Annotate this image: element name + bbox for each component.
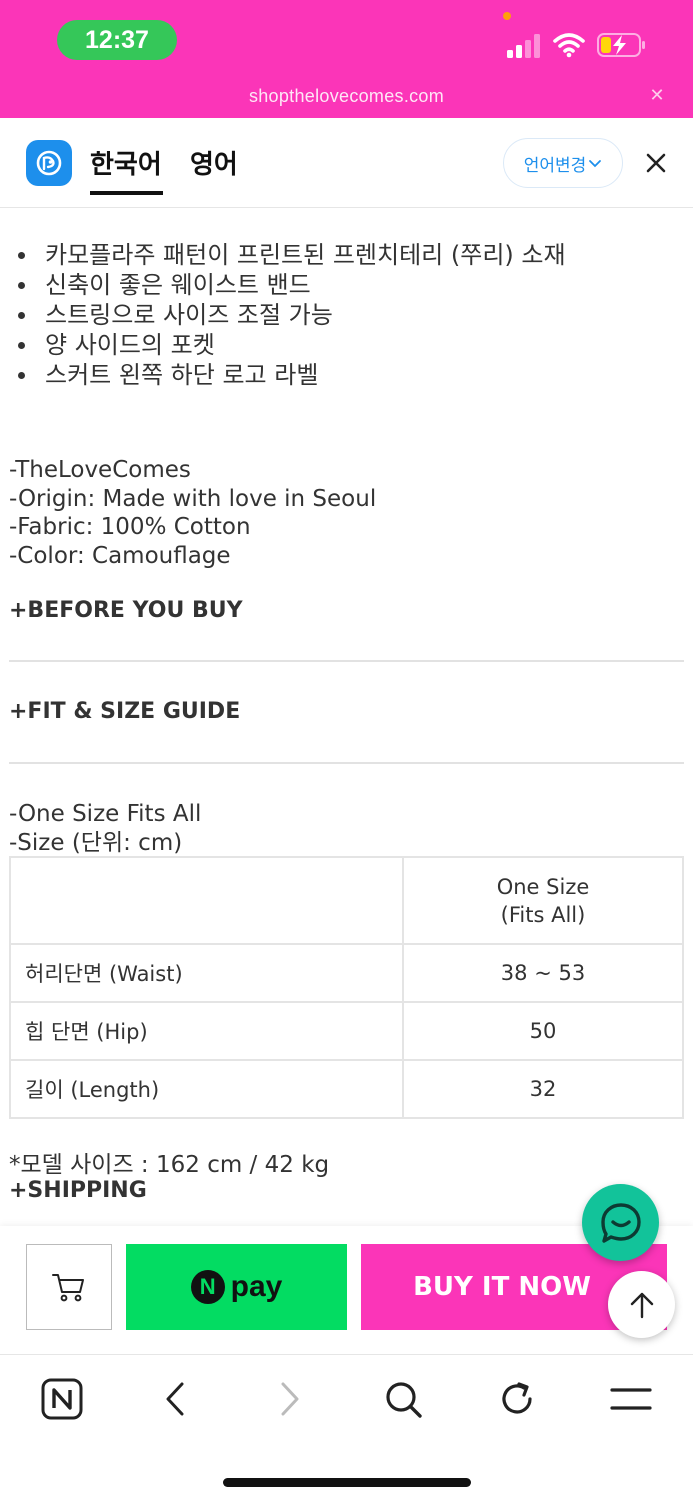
privacy-indicator-dot — [503, 12, 511, 20]
origin-line: -Origin: Made with love in Seoul — [9, 485, 377, 512]
feature-list: 카모플라주 패턴이 프린트된 프렌치테리 (쭈리) 소재 신축이 좋은 웨이스트… — [18, 240, 566, 390]
chat-icon — [600, 1202, 641, 1243]
arrow-up-icon — [630, 1292, 653, 1318]
refresh-icon — [502, 1382, 532, 1414]
header-line-1: One Size — [496, 874, 590, 899]
translate-bar: 한국어 영어 언어변경 — [0, 118, 693, 208]
naver-n-icon: N — [190, 1270, 225, 1304]
forward-button[interactable] — [268, 1377, 312, 1421]
size-info: -One Size Fits All -Size (단위: cm) — [9, 800, 201, 857]
back-button[interactable] — [153, 1377, 197, 1421]
naver-home-icon — [41, 1378, 83, 1420]
row-value: 50 — [402, 1001, 684, 1061]
scroll-to-top-button[interactable] — [608, 1271, 675, 1338]
list-item: 카모플라주 패턴이 프린트된 프렌치테리 (쭈리) 소재 — [18, 240, 566, 270]
table-header-size: One Size (Fits All) — [402, 856, 684, 945]
search-button[interactable] — [381, 1377, 425, 1421]
size-table: One Size (Fits All) 허리단면 (Waist) 38 ~ 53… — [9, 856, 684, 1119]
menu-button[interactable] — [609, 1377, 653, 1421]
status-bar: 12:37 shopthelovecomes.com ✕ — [0, 0, 693, 118]
header-line-2: (Fits All) — [500, 902, 586, 927]
table-header-row: One Size (Fits All) — [9, 856, 684, 945]
npay-label: pay — [230, 1270, 283, 1303]
table-row: 길이 (Length) 32 — [9, 1059, 684, 1119]
row-label: 길이 (Length) — [9, 1059, 404, 1119]
change-language-button[interactable]: 언어변경 — [503, 138, 623, 188]
address-bar-url[interactable]: shopthelovecomes.com — [0, 86, 693, 107]
row-value: 38 ~ 53 — [402, 943, 684, 1003]
row-label: 힙 단면 (Hip) — [9, 1001, 404, 1061]
browser-toolbar — [0, 1354, 693, 1500]
row-value: 32 — [402, 1059, 684, 1119]
list-item: 신축이 좋은 웨이스트 밴드 — [18, 270, 566, 300]
table-header-empty — [9, 856, 404, 945]
wifi-icon — [553, 33, 585, 58]
tab-english[interactable]: 영어 — [190, 144, 238, 181]
menu-icon — [610, 1388, 652, 1410]
change-language-label: 언어변경 — [523, 155, 587, 176]
size-unit-line: -Size (단위: cm) — [9, 829, 183, 856]
model-size-line: *모델 사이즈 : 162 cm / 42 kg — [9, 1152, 330, 1178]
list-item: 양 사이드의 포켓 — [18, 330, 566, 360]
shipping-toggle[interactable]: +SHIPPING — [9, 1178, 147, 1203]
product-meta: -TheLoveComes -Origin: Made with love in… — [9, 456, 376, 570]
row-label: 허리단면 (Waist) — [9, 943, 404, 1003]
close-icon[interactable] — [641, 148, 671, 178]
one-size-line: -One Size Fits All — [9, 801, 202, 827]
tab-korean[interactable]: 한국어 — [90, 144, 162, 181]
table-row: 힙 단면 (Hip) 50 — [9, 1001, 684, 1061]
cellular-signal-icon — [507, 34, 540, 58]
naver-home-button[interactable] — [40, 1377, 84, 1421]
before-you-buy-toggle[interactable]: +BEFORE YOU BUY — [9, 598, 243, 623]
battery-charging-icon — [597, 33, 645, 57]
add-to-cart-button[interactable] — [26, 1244, 112, 1330]
chat-button[interactable] — [582, 1184, 659, 1261]
fabric-line: -Fabric: 100% Cotton — [9, 514, 251, 540]
divider — [9, 660, 684, 662]
url-close-icon[interactable]: ✕ — [645, 84, 669, 108]
list-item: 스커트 왼쪽 하단 로고 라벨 — [18, 360, 566, 390]
list-item: 스트링으로 사이즈 조절 가능 — [18, 300, 566, 330]
color-line: -Color: Camouflage — [9, 542, 231, 569]
forward-icon — [281, 1382, 299, 1416]
naver-pay-button[interactable]: N pay — [126, 1244, 347, 1330]
brand-line: -TheLoveComes — [9, 457, 191, 483]
home-indicator[interactable] — [223, 1478, 471, 1487]
papago-logo-icon — [26, 140, 72, 186]
fit-size-guide-toggle[interactable]: +FIT & SIZE GUIDE — [9, 699, 240, 724]
cart-icon — [52, 1274, 84, 1302]
refresh-button[interactable] — [495, 1377, 539, 1421]
back-icon — [166, 1382, 184, 1416]
search-icon — [386, 1382, 422, 1418]
divider — [9, 762, 684, 764]
table-row: 허리단면 (Waist) 38 ~ 53 — [9, 943, 684, 1003]
active-tab-underline — [90, 191, 163, 195]
chevron-down-icon — [589, 160, 602, 168]
status-time: 12:37 — [57, 20, 177, 60]
